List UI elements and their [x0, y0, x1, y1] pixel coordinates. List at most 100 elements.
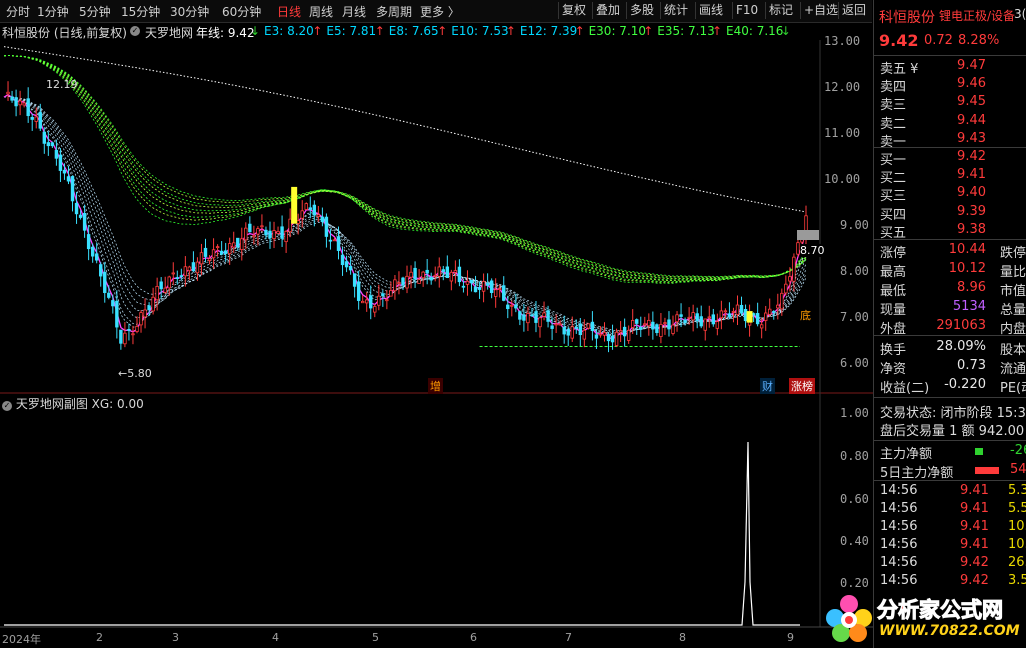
- tick-time: 14:56: [880, 573, 918, 588]
- stat-row: 外盘 291063 内盘: [880, 318, 1026, 337]
- date-tick: 3: [172, 631, 179, 644]
- candle-body: [469, 279, 474, 284]
- candle-body: [127, 329, 131, 331]
- ma-band-line: [3, 55, 807, 280]
- candle-body: [393, 279, 397, 292]
- candle-body: [739, 304, 744, 314]
- bottom-tag: 底: [800, 309, 811, 322]
- candlestick-chart[interactable]: [0, 22, 873, 648]
- stat-row-label: 最高: [880, 265, 907, 280]
- period-tab-1min[interactable]: 1分钟: [37, 3, 69, 20]
- tick-row[interactable]: 14:56 9.41 10.5: [880, 537, 1026, 555]
- tick-row[interactable]: 14:56 9.42 26.7: [880, 555, 1026, 573]
- bid-row: 买二 9.41: [880, 167, 1026, 186]
- f10-button[interactable]: F10: [732, 2, 761, 19]
- candle-body: [167, 276, 171, 289]
- candle-body: [425, 269, 429, 274]
- statistics-button[interactable]: 统计: [660, 2, 691, 19]
- event-tag-top-gainers[interactable]: 涨榜: [789, 378, 815, 394]
- flow-bar: [975, 448, 983, 455]
- adjust-button[interactable]: 复权: [558, 2, 589, 19]
- candle-body: [763, 312, 768, 321]
- draw-line-button[interactable]: 画线: [695, 2, 726, 19]
- date-tick: 7: [565, 631, 572, 644]
- candle-body: [715, 321, 720, 329]
- back-button[interactable]: 返回: [838, 2, 869, 19]
- candle-body: [42, 131, 47, 144]
- candle-body: [324, 216, 329, 237]
- candle-body: [768, 308, 772, 315]
- candle-body: [70, 176, 75, 202]
- candle-body: [46, 142, 51, 147]
- period-tab-multi[interactable]: 多周期: [376, 3, 412, 20]
- ask-row: 卖五 ¥ 9.47: [880, 58, 1026, 77]
- period-tab-more[interactable]: 更多 〉: [420, 3, 460, 20]
- candle-body: [643, 323, 647, 326]
- candle-body: [699, 316, 703, 327]
- add-watchlist-button[interactable]: +自选: [800, 2, 841, 19]
- stat-row-value: 291063: [936, 318, 986, 333]
- stock-name[interactable]: 科恒股份: [879, 7, 935, 27]
- period-tab-30min[interactable]: 30分钟: [170, 3, 209, 20]
- candle-body: [477, 287, 482, 290]
- stat-row-label: 换手: [880, 343, 907, 358]
- candle-body: [268, 230, 272, 239]
- overlay-button[interactable]: 叠加: [592, 2, 623, 19]
- sub-chart-header: ✓ 天罗地网副图 XG: 0.00: [2, 395, 144, 412]
- candle-body: [796, 242, 800, 255]
- period-tab-weekly[interactable]: 周线: [309, 3, 333, 20]
- candle-body: [236, 237, 240, 248]
- candle-body: [691, 312, 695, 321]
- stat-row-label-2: 市值: [1000, 284, 1026, 299]
- stock-sector[interactable]: 锂电正极/设备: [939, 7, 1015, 24]
- candle-body: [683, 319, 687, 323]
- period-tab-5min[interactable]: 5分钟: [79, 3, 111, 20]
- candle-body: [534, 311, 538, 323]
- tick-volume: 3.5: [1008, 573, 1026, 588]
- period-tab-monthly[interactable]: 月线: [342, 3, 366, 20]
- candle-body: [421, 271, 425, 279]
- sub-settings-icon[interactable]: ✓: [2, 401, 12, 411]
- date-tick: 2: [96, 631, 103, 644]
- candle-body: [6, 91, 10, 95]
- candle-body: [256, 228, 260, 235]
- candle-body: [280, 226, 284, 239]
- period-tab-60min[interactable]: 60分钟: [222, 3, 261, 20]
- stat-row-label-2: 量比: [1000, 265, 1026, 280]
- candle-body: [143, 309, 147, 318]
- candle-body: [155, 286, 159, 301]
- candle-body: [639, 326, 643, 330]
- event-tag-finance[interactable]: 财: [760, 378, 775, 394]
- candle-body: [655, 324, 659, 333]
- candle-body: [792, 256, 796, 282]
- sub-axis-tick: 0.40: [840, 534, 869, 548]
- event-tag-increase[interactable]: 增: [428, 378, 443, 394]
- price-tick: 9.00: [840, 218, 869, 232]
- tick-row[interactable]: 14:56 9.41 10.2: [880, 519, 1026, 537]
- candle-body: [103, 271, 107, 294]
- price-tick: 10.00: [824, 172, 861, 186]
- candle-body: [191, 262, 196, 272]
- candle-body: [461, 285, 466, 288]
- tick-volume: 10.5: [1008, 537, 1026, 552]
- candle-body: [18, 100, 22, 106]
- candle-body: [413, 267, 417, 280]
- multi-stock-button[interactable]: 多股: [626, 2, 657, 19]
- ma-band-line: [3, 55, 807, 284]
- tick-row[interactable]: 14:56 9.41 5.5: [880, 501, 1026, 519]
- candle-body: [671, 324, 675, 334]
- mark-button[interactable]: 标记: [765, 2, 796, 19]
- candle-body: [687, 316, 691, 319]
- period-tab-15min[interactable]: 15分钟: [121, 3, 160, 20]
- candle-body: [631, 320, 635, 328]
- candle-body: [405, 275, 409, 289]
- price-tick: 8.00: [840, 264, 869, 278]
- tick-row[interactable]: 14:56 9.41 5.3: [880, 483, 1026, 501]
- candle-body: [207, 258, 212, 261]
- tick-price: 9.42: [960, 555, 989, 570]
- ma-fast-line: [3, 96, 807, 334]
- period-tab-daily[interactable]: 日线: [277, 3, 301, 20]
- candle-body: [340, 254, 345, 266]
- period-tab-intraday[interactable]: 分时: [6, 3, 30, 20]
- stat-row-value: 10.44: [948, 242, 986, 257]
